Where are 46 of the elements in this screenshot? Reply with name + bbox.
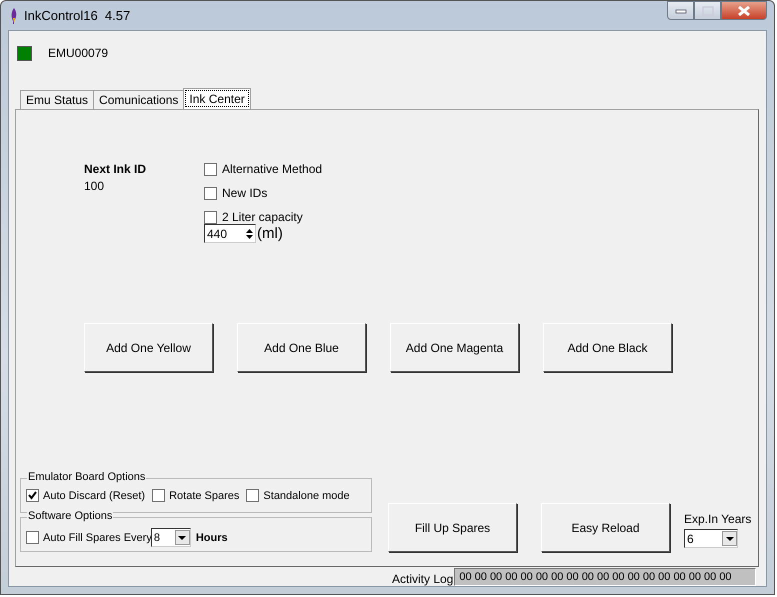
- expiry-label: Exp.In Years: [684, 512, 752, 526]
- checkbox-label: 2 Liter capacity: [222, 210, 303, 224]
- device-name: EMU00079: [48, 46, 108, 60]
- checkbox[interactable]: [204, 186, 217, 200]
- checkbox-label: Auto Fill Spares Every: [43, 532, 152, 544]
- checkbox[interactable]: [152, 489, 166, 502]
- window-title: InkControl16 4.57: [24, 8, 130, 23]
- group-title: Emulator Board Options: [27, 471, 146, 483]
- checkbox-label: Alternative Method: [222, 162, 322, 176]
- interval-dropdown[interactable]: 8: [150, 528, 191, 547]
- action-button[interactable]: Easy Reload: [541, 503, 670, 552]
- add-ink-button[interactable]: Add One Black: [543, 323, 672, 372]
- feather-icon: [10, 8, 18, 24]
- maximize-button[interactable]: [694, 1, 721, 20]
- next-ink-label: Next Ink ID: [84, 162, 148, 176]
- checkbox-label: Rotate Spares: [169, 490, 240, 502]
- checkbox[interactable]: [26, 489, 39, 502]
- hours-label: Hours: [196, 532, 228, 544]
- action-button[interactable]: Fill Up Spares: [388, 503, 517, 552]
- tab[interactable]: Emu Status: [20, 90, 94, 109]
- dropdown-arrow-icon: [726, 536, 734, 540]
- activity-log-label: Activity Log: [392, 572, 454, 586]
- add-ink-button[interactable]: Add One Blue: [237, 323, 366, 372]
- checkbox-label: New IDs: [222, 186, 268, 200]
- unit-label: (ml): [257, 225, 283, 242]
- dropdown-arrow-icon: [178, 536, 186, 540]
- checkbox[interactable]: [26, 531, 39, 544]
- checkbox-label: Standalone mode: [263, 490, 350, 502]
- activity-log-field: 00 00 00 00 00 00 00 00 00 00 00 00 00 00 00 00 00 00: [454, 568, 756, 586]
- minimize-icon: [674, 8, 686, 14]
- capacity-spinner[interactable]: 440: [204, 224, 256, 243]
- add-ink-button[interactable]: Add One Yellow: [84, 323, 213, 372]
- add-ink-button[interactable]: Add One Magenta: [390, 323, 519, 372]
- checkbox[interactable]: [204, 162, 217, 176]
- checkbox[interactable]: [246, 489, 260, 502]
- checkbox[interactable]: [204, 210, 217, 224]
- checkbox-label: Auto Discard (Reset): [43, 490, 146, 502]
- expiry-dropdown[interactable]: 6: [684, 529, 738, 548]
- tab[interactable]: Ink Center: [183, 88, 251, 109]
- close-icon: [737, 6, 751, 16]
- next-ink-value: 100: [84, 179, 106, 193]
- close-button[interactable]: [721, 1, 767, 20]
- minimize-button[interactable]: [667, 1, 694, 20]
- spin-arrows-icon: [244, 226, 255, 240]
- group-title: Software Options: [27, 510, 114, 522]
- maximize-icon: [702, 6, 714, 16]
